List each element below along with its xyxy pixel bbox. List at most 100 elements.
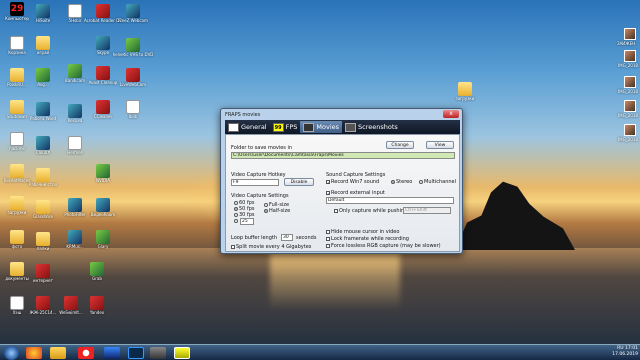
folder-icon [36,200,50,214]
lock-framerate-checkbox[interactable]: Lock framerate while recording [326,236,409,242]
desktop-icon-label: загрузки [455,96,475,101]
desktop-icon[interactable]: Avg... [26,68,60,87]
view-button[interactable]: View [426,141,454,149]
counter-strike-icon[interactable] [150,347,166,359]
yandex-browser-icon[interactable] [78,347,94,359]
desktop-icon-label: Хэш [12,310,22,315]
tab-movies[interactable]: Movies [300,121,343,133]
external-input-select[interactable]: Default [326,197,454,204]
loop-buffer-field[interactable]: 30 [281,234,293,241]
desktop-icon-label: Recuva [67,118,83,123]
checkbox-label: Only capture while pushing [339,208,408,214]
desktop-icon[interactable]: CCleaner [86,100,120,119]
checkbox-label: Lock framerate while recording [331,236,409,242]
desktop-icon-label: Grab [92,276,102,281]
desktop-icon[interactable]: Рабочий стол [26,168,60,187]
desktop-icon-label: Работа Word [29,116,57,121]
app-icon [36,296,50,310]
app-icon [36,264,50,278]
folder-icon [36,232,50,246]
record-win7-checkbox[interactable]: ✓Record Win7 sound [326,179,379,185]
force-lossless-checkbox[interactable]: Force lossless RGB capture (may be slowe… [326,243,441,249]
start-button[interactable] [4,346,19,360]
only-capture-checkbox[interactable]: Only capture while pushing [334,208,407,214]
desktop-icon[interactable]: HiSuite [26,4,60,23]
desktop-icon-label: helvetic VHS to DVD [112,52,154,57]
system-tray[interactable]: RU 17:01 17.06.2019 [612,346,638,358]
multichannel-radio[interactable]: Multichannel [419,179,456,185]
desktop-icon[interactable]: CloudX [26,136,60,155]
desktop-icon[interactable]: Hermes [58,136,92,155]
avast-icon [96,66,110,80]
desktop-icon-label: 5Hsbir [68,18,82,23]
tab-fps[interactable]: 99 FPS [270,121,301,133]
desktop-icon[interactable]: Работа Word [26,102,60,121]
fraps-window: FRAPS movies x General 99 FPS Movies Scr… [220,108,463,254]
desktop-icon[interactable]: Ibidi [116,100,150,119]
desktop-icon[interactable]: NVIDIA [86,164,120,183]
desktop-icon[interactable]: Grab [80,262,114,281]
fps-custom-field[interactable]: 25 [240,218,254,225]
stereo-radio[interactable]: Stereo [391,179,412,185]
hotkey-field[interactable]: F9 [231,179,279,186]
photoshop-icon[interactable] [128,347,144,359]
change-button[interactable]: Change [386,141,414,149]
record-external-checkbox[interactable]: ✓Record external input [326,190,385,196]
desktop-icon[interactable]: helvetic VHS to DVD [113,38,153,57]
desktop-icon[interactable]: ВидеоRoom [86,198,120,217]
app-icon [68,230,82,244]
desktop-icon-label: LiveWebCam [119,82,147,87]
taskbar: RU 17:01 17.06.2019 [0,344,640,360]
fps-option-custom[interactable] [234,218,239,224]
split-movie-checkbox[interactable]: Split movie every 4 Gigabytes [231,244,311,250]
desktop-icon[interactable]: FreeZ Webcam [116,4,150,23]
tab-label: Movies [316,123,340,131]
push-key-field[interactable]: Ctrl+Shift [403,207,451,214]
size-option-half[interactable]: Half-size [264,208,290,214]
desktop-icon-label: Shutdown [7,114,27,119]
window-titlebar[interactable]: FRAPS movies [221,109,462,120]
explorer-icon[interactable] [50,347,66,359]
desktop-icon[interactable]: папки [26,232,60,251]
checkbox-icon [231,244,235,249]
desktop-icon-label: Avg... [37,82,49,87]
image-thumbnail[interactable] [624,28,636,40]
desktop-icon[interactable]: Avast Cleanup [86,66,120,85]
image-thumbnail[interactable] [624,124,636,136]
fraps-taskbar-icon[interactable] [174,347,190,359]
checkbox-label: Record external input [331,190,385,196]
chrome-icon[interactable] [26,347,42,359]
desktop-icon[interactable]: загрузки [448,82,482,101]
desktop-icon[interactable]: Yandex [80,296,114,315]
fps-icon: 99 [272,122,284,132]
document-icon [10,132,24,146]
close-button[interactable]: x [443,110,459,118]
media-player-icon[interactable] [104,347,120,359]
folder-icon [10,196,24,210]
image-thumbnail[interactable] [624,50,636,62]
desktop-icon-label: HiSuite [35,18,51,23]
folder-path-field[interactable]: C:\Users\user\Documents\Camtasia\Fraps\M… [231,152,455,159]
tab-general[interactable]: General [225,121,270,133]
desktop-icon-label: интернет [33,278,53,283]
image-thumbnail[interactable] [624,100,636,112]
image-thumbnail[interactable] [624,76,636,88]
disable-button[interactable]: Disable [284,178,314,186]
radio-icon [234,212,238,217]
desktop-icon[interactable]: LiveWebCam [116,68,150,87]
hotkey-label: Video Capture Hotkey [231,172,286,178]
desktop-icon[interactable]: интернет [26,264,60,283]
hide-cursor-checkbox[interactable]: Hide mouse cursor in video [326,229,399,235]
recuva-icon [68,104,82,118]
desktop-icon-label: играй [36,50,50,55]
desktop-icon-label: Avast Cleanup [88,80,118,85]
radio-icon [264,208,268,213]
thumbnail-label: ЗАИЖЕН [617,41,636,46]
desktop-icon[interactable]: GlassWire [26,200,60,219]
desktop-icon[interactable]: Acrobat Reader DC [84,4,122,23]
desktop-icon-label: KRMus... [66,244,84,249]
tab-screenshots[interactable]: Screenshots [342,121,401,133]
desktop-icon[interactable]: играй [26,36,60,55]
folder-icon [10,100,24,114]
desktop-icon[interactable]: Glary [86,230,120,249]
